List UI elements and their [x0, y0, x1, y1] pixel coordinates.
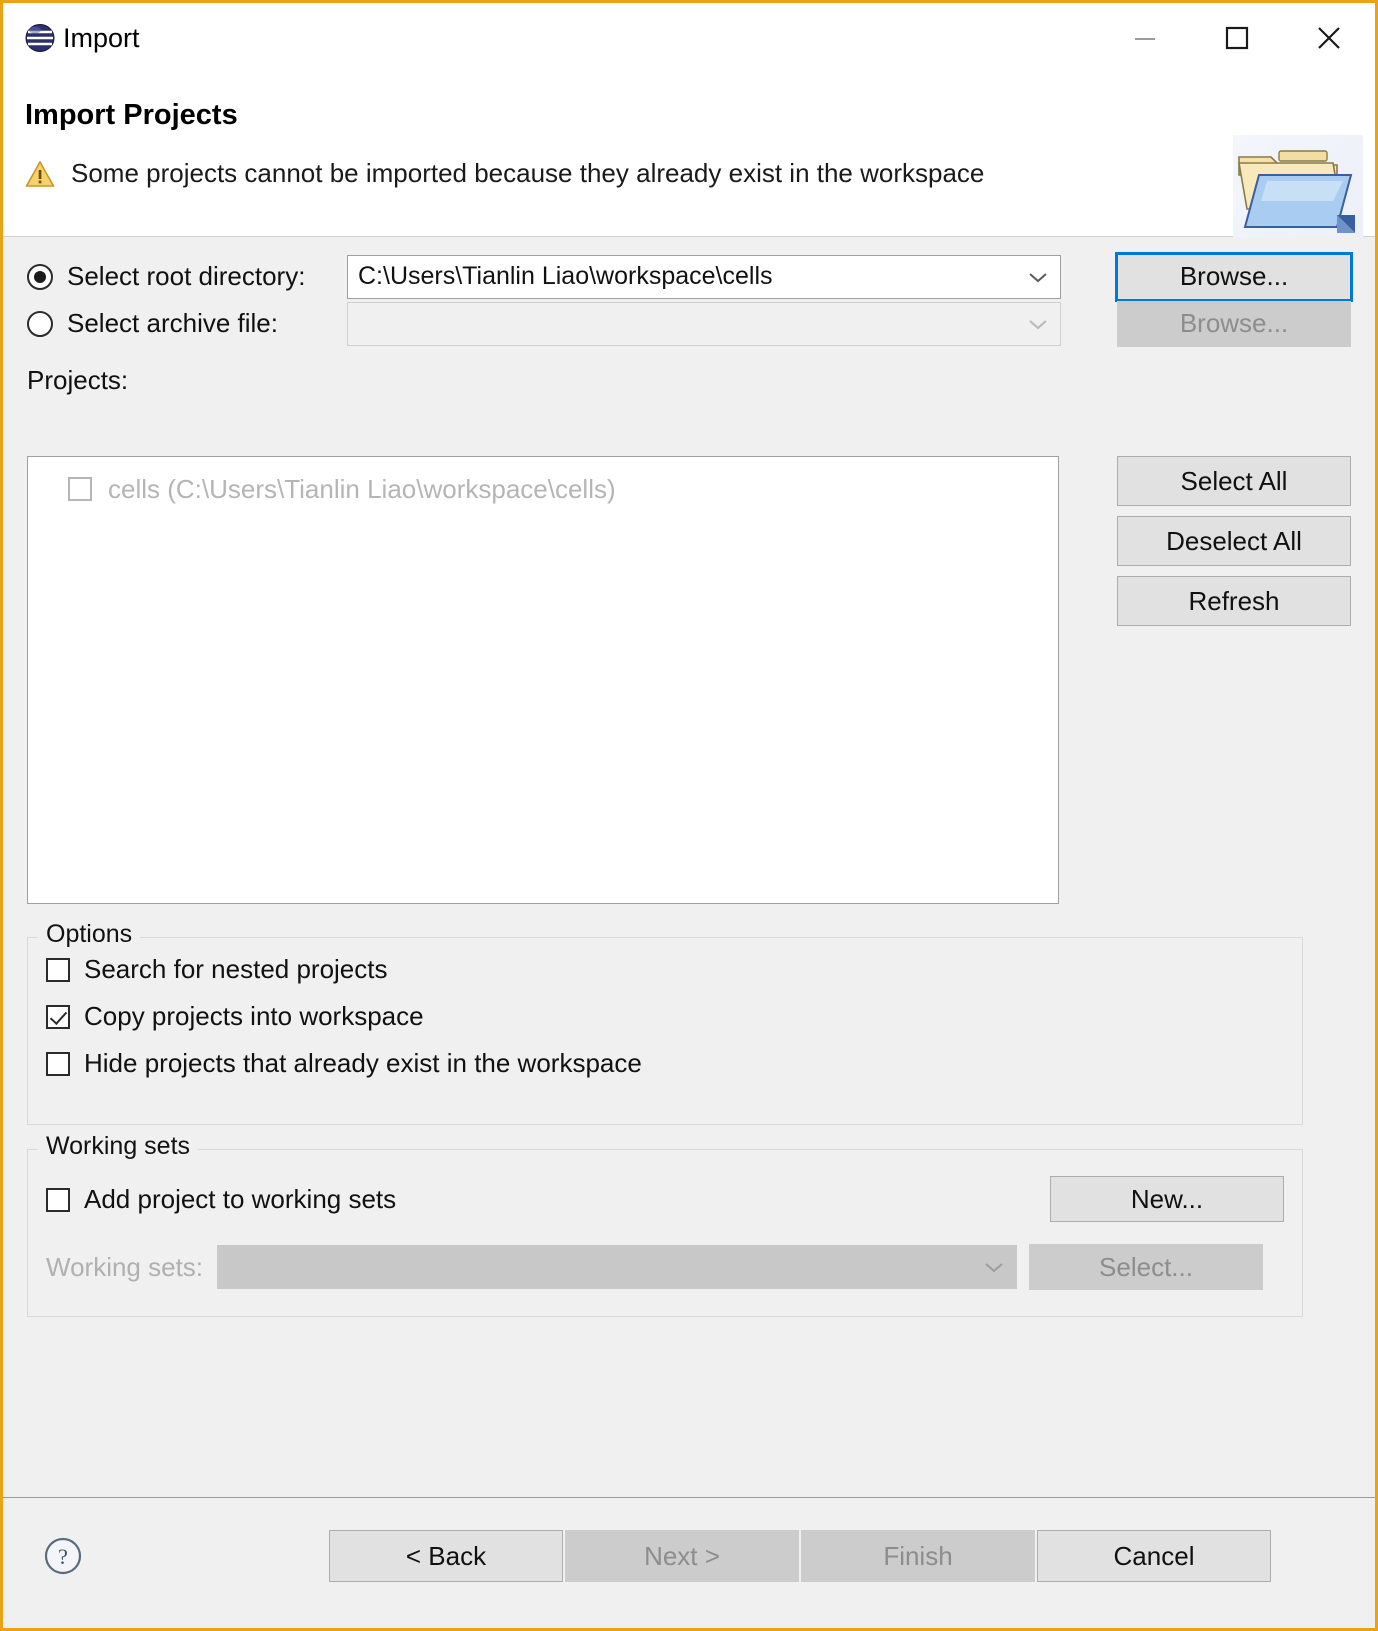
working-sets-group: Working sets Add project to working sets… [27, 1132, 1303, 1317]
working-sets-combo [217, 1245, 1018, 1289]
cancel-button[interactable]: Cancel [1037, 1530, 1271, 1582]
wizard-buttons: < Back Next > Finish Cancel [329, 1530, 1271, 1582]
project-checkbox[interactable] [68, 477, 92, 501]
browse-archive-file-button: Browse... [1117, 300, 1351, 347]
list-item[interactable]: cells (C:\Users\Tianlin Liao\workspace\c… [28, 471, 1058, 507]
hide-existing-projects-checkbox[interactable] [46, 1051, 70, 1076]
new-working-set-button[interactable]: New... [1050, 1176, 1284, 1222]
close-icon[interactable] [1283, 3, 1375, 73]
copy-projects-label: Copy projects into workspace [84, 1001, 424, 1031]
search-nested-projects-row[interactable]: Search for nested projects [46, 954, 1302, 985]
page-title: Import Projects [25, 99, 238, 131]
window-title: Import [63, 22, 140, 53]
finish-button: Finish [801, 1530, 1035, 1582]
select-root-directory-radio[interactable] [27, 263, 53, 290]
next-button: Next > [565, 1530, 799, 1582]
archive-file-row: Select archive file: Browse... [27, 300, 1351, 347]
root-directory-row: Select root directory: C:\Users\Tianlin … [27, 251, 1353, 302]
select-root-directory-label: Select root directory: [67, 261, 306, 291]
hide-existing-projects-label: Hide projects that already exist in the … [84, 1048, 642, 1078]
chevron-down-icon [1016, 318, 1060, 330]
working-sets-group-title: Working sets [38, 1132, 199, 1161]
select-archive-file-label: Select archive file: [67, 308, 278, 338]
root-directory-combo[interactable]: C:\Users\Tianlin Liao\workspace\cells [347, 254, 1061, 299]
dialog-header: Import Projects Some projects cannot be … [3, 73, 1375, 245]
hide-existing-projects-row[interactable]: Hide projects that already exist in the … [46, 1048, 1302, 1079]
add-to-working-sets-checkbox[interactable] [46, 1187, 70, 1212]
project-label: cells (C:\Users\Tianlin Liao\workspace\c… [108, 473, 616, 504]
select-archive-file-radio[interactable] [27, 310, 53, 337]
maximize-icon[interactable] [1191, 3, 1283, 73]
working-sets-combo-row: Working sets: Select... [46, 1244, 1284, 1290]
search-nested-projects-label: Search for nested projects [84, 954, 388, 984]
add-to-working-sets-label: Add project to working sets [84, 1184, 397, 1214]
import-dialog-window: Import Import Projects Some projects can… [0, 0, 1378, 1631]
title-bar-left: Import [3, 23, 140, 54]
browse-root-directory-button[interactable]: Browse... [1115, 251, 1353, 302]
dialog-footer: ? < Back Next > Finish Cancel [3, 1497, 1375, 1628]
projects-list[interactable]: cells (C:\Users\Tianlin Liao\workspace\c… [27, 456, 1059, 904]
svg-text:?: ? [58, 1544, 68, 1569]
eclipse-globe-icon [25, 23, 55, 53]
select-all-button[interactable]: Select All [1117, 456, 1351, 506]
root-directory-value: C:\Users\Tianlin Liao\workspace\cells [358, 262, 773, 290]
dialog-body: Select root directory: C:\Users\Tianlin … [3, 237, 1375, 1497]
back-button[interactable]: < Back [329, 1530, 563, 1582]
title-bar: Import [3, 3, 1375, 73]
window-controls [1099, 3, 1375, 73]
open-folder-icon [1233, 135, 1363, 245]
refresh-button[interactable]: Refresh [1117, 576, 1351, 626]
status-message-row: Some projects cannot be imported because… [25, 158, 1375, 189]
warning-triangle-icon [25, 159, 55, 189]
projects-label: Projects: [27, 365, 129, 395]
options-group: Options Search for nested projects Copy … [27, 920, 1303, 1125]
projects-side-buttons: Select All Deselect All Refresh [1117, 456, 1351, 636]
archive-file-combo [347, 301, 1061, 346]
working-sets-combo-label: Working sets: [46, 1251, 204, 1282]
chevron-down-icon [972, 1261, 1016, 1273]
help-question-icon[interactable]: ? [43, 1536, 83, 1576]
minimize-icon[interactable] [1099, 3, 1191, 73]
options-group-title: Options [38, 920, 141, 949]
search-nested-projects-checkbox[interactable] [46, 957, 70, 982]
copy-projects-checkbox[interactable] [46, 1004, 70, 1029]
copy-projects-row[interactable]: Copy projects into workspace [46, 1001, 1302, 1032]
status-message: Some projects cannot be imported because… [71, 158, 985, 188]
deselect-all-button[interactable]: Deselect All [1117, 516, 1351, 566]
chevron-down-icon[interactable] [1016, 271, 1060, 283]
select-working-sets-button: Select... [1029, 1244, 1264, 1290]
